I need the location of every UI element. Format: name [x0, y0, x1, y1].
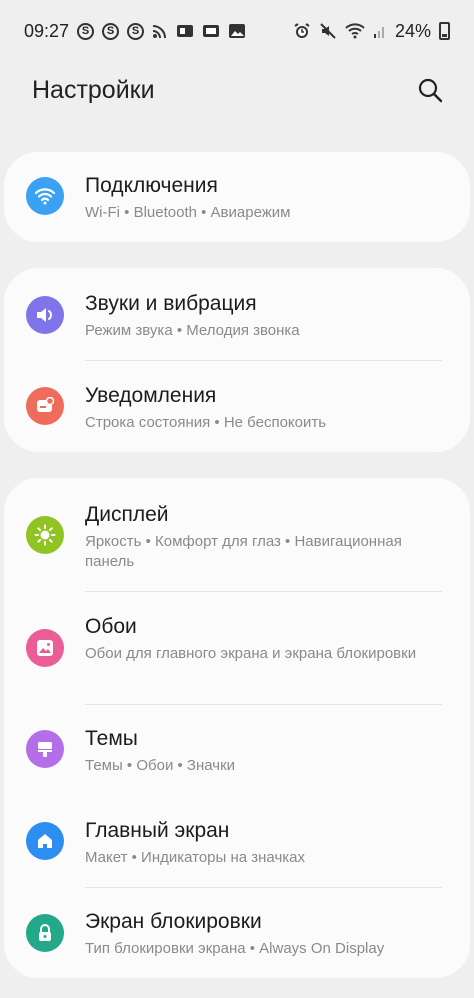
item-title: Звуки и вибрация: [85, 292, 257, 315]
photo-app-icon: [176, 23, 194, 39]
settings-item-display[interactable]: Дисплей Яркость • Комфорт для глаз • Нав…: [4, 478, 470, 591]
settings-item-themes[interactable]: Темы Темы • Обои • Значки: [4, 704, 470, 796]
item-title: Темы: [85, 727, 138, 750]
battery-percent: 24%: [394, 20, 431, 41]
search-button[interactable]: [414, 74, 446, 106]
item-title: Обои: [85, 615, 137, 638]
notification-icon: [26, 387, 64, 425]
alarm-icon: [293, 22, 311, 40]
mute-icon: [319, 22, 337, 40]
item-title: Подключения: [85, 174, 218, 197]
settings-item-home-screen[interactable]: Главный экран Макет • Индикаторы на знач…: [4, 796, 470, 888]
status-left: 09:27 S S S: [24, 21, 246, 42]
settings-item-wallpaper[interactable]: Обои Обои для главного экрана и экрана б…: [4, 591, 470, 704]
volume-icon: [26, 296, 64, 334]
status-time: 09:27: [24, 20, 70, 41]
status-bar: 09:27 S S S 24%: [0, 0, 474, 62]
item-subtitle: Строка состояния • Не беспокоить: [85, 414, 327, 431]
item-title: Экран блокировки: [85, 910, 262, 933]
search-icon: [418, 78, 443, 103]
settings-item-notifications[interactable]: Уведомления Строка состояния • Не беспок…: [4, 360, 470, 452]
settings-card-sound-notifications: Звуки и вибрация Режим звука • Мелодия з…: [4, 268, 470, 452]
settings-card-connections: Подключения Wi-Fi • Bluetooth • Авиарежи…: [4, 152, 470, 242]
gallery-icon: [228, 23, 246, 39]
settings-item-lock-screen[interactable]: Экран блокировки Тип блокировки экрана •…: [4, 888, 470, 978]
battery-icon: [439, 22, 450, 40]
settings-item-sounds[interactable]: Звуки и вибрация Режим звука • Мелодия з…: [4, 268, 470, 360]
home-icon: [26, 822, 64, 860]
item-subtitle: Макет • Индикаторы на значках: [85, 849, 305, 866]
item-subtitle: Темы • Обои • Значки: [85, 757, 236, 774]
item-title: Уведомления: [85, 384, 217, 407]
status-right: 24%: [293, 21, 450, 42]
settings-item-connections[interactable]: Подключения Wi-Fi • Bluetooth • Авиарежи…: [4, 152, 470, 242]
cast-icon: [152, 23, 168, 39]
settings-card-display: Дисплей Яркость • Комфорт для глаз • Нав…: [4, 478, 470, 978]
item-title: Главный экран: [85, 819, 230, 842]
item-subtitle: Режим звука • Мелодия звонка: [85, 322, 300, 339]
item-subtitle: Тип блокировки экрана • Always On Displa…: [85, 940, 385, 957]
item-title: Дисплей: [85, 503, 169, 526]
wifi-icon: [26, 177, 64, 215]
wifi-status-icon: [345, 23, 365, 39]
item-subtitle: Обои для главного экрана и экрана блокир…: [85, 645, 417, 662]
lock-icon: [26, 914, 64, 952]
wallpaper-icon: [26, 629, 64, 667]
skype-icon: S: [127, 22, 145, 40]
skype-icon: S: [77, 22, 95, 40]
page-title: Настройки: [32, 75, 155, 104]
skype-icon: S: [102, 22, 120, 40]
theme-brush-icon: [26, 730, 64, 768]
item-subtitle: Wi-Fi • Bluetooth • Авиарежим: [85, 204, 291, 221]
video-app-icon: [202, 23, 220, 39]
signal-icon: [373, 23, 387, 39]
header: Настройки: [0, 62, 474, 118]
item-subtitle: Яркость • Комфорт для глаз • Навигационн…: [85, 533, 402, 570]
brightness-icon: [26, 516, 64, 554]
